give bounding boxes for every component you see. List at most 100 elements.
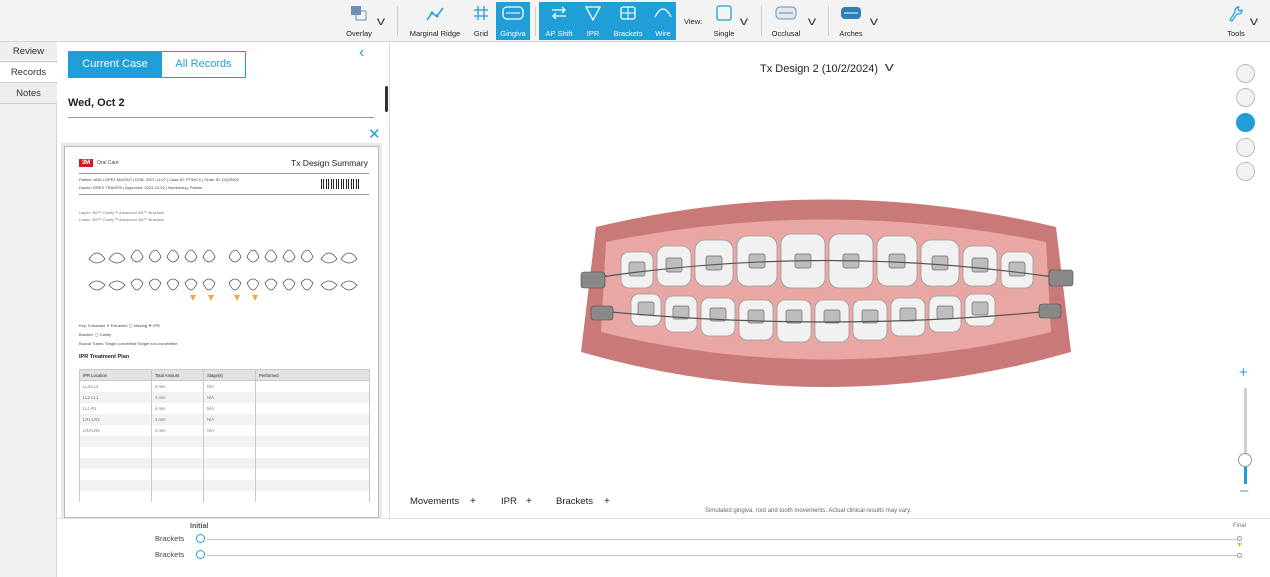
ipr-table-cell [79,435,152,447]
disclaimer: Simulated gingiva, root and tooth moveme… [705,508,912,514]
overlay-label: Overlay [346,29,372,38]
tools-label: Tools [1227,29,1245,38]
single-view-button[interactable]: Single [707,2,741,40]
panel-scrollbar-thumb[interactable] [385,86,388,112]
close-document-icon[interactable]: ✕ [368,125,381,143]
ipr-icon [585,6,601,21]
ipr-label: IPR [586,29,600,38]
ipr-table-cell: N/A [203,380,256,392]
grid-icon [474,6,488,20]
upper-appliance: Upper: 3M™ Clarity™ Advanced 3M™ Bracket… [79,210,165,215]
zoom-out-icon[interactable]: – [1240,482,1248,499]
view-bottom-icon[interactable] [1236,162,1255,181]
barcode [321,179,359,189]
gingiva-label: Gingiva [500,29,526,38]
ipr-table-cell: LR3-LR4 [79,424,152,436]
arches-chevron-down-icon[interactable]: v [870,14,878,28]
timeline-row-lower-label: Brackets [155,550,185,559]
movements-tab[interactable]: Movements [410,496,459,507]
tx-design-summary-document[interactable]: 3M Oral Care Tx Design Summary Patient: … [64,146,379,518]
overlay-chevron-down-icon[interactable]: v [377,14,385,28]
wrench-icon [1229,6,1243,22]
ipr-table-row [79,457,370,469]
wire-button[interactable]: Wire [650,2,676,40]
legend-buccal-tubes: Buccal Tubes: Single convertible Single … [79,341,178,346]
treatment-timeline[interactable]: Initial Final Brackets Brackets ▼ [57,518,1270,577]
brackets-tab[interactable]: Brackets [556,496,593,507]
ipr-col-performed: Performed [255,369,370,381]
timeline-start-marker-lower[interactable] [196,550,205,559]
grid-button[interactable]: Grid [469,2,493,40]
zoom-in-icon[interactable]: + [1239,364,1248,381]
ipr-button[interactable]: IPR [580,2,606,40]
gingiva-button[interactable]: Gingiva [496,2,530,40]
single-chevron-down-icon[interactable]: v [740,14,748,28]
view-top-icon[interactable] [1236,64,1255,83]
ipr-table-cell [203,490,256,502]
ipr-table-row: LL1-R1 4 mm N/A [79,402,370,414]
arches-button[interactable]: Arches [834,2,868,40]
arches-icon [841,7,861,19]
ipr-table-row [79,446,370,458]
document-title: Tx Design Summary [291,158,368,168]
ipr-table-cell: LL3-LL4 [79,380,152,392]
ipr-plan-title: IPR Treatment Plan [79,354,130,360]
dental-arch-model[interactable] [561,182,1091,397]
view-front-icon[interactable] [1236,113,1255,132]
ipr-col-amount: Total Amount [151,369,204,381]
view-label: View: [684,17,703,26]
ipr-table-row: LR1-LR2 4 mm N/A [79,413,370,425]
tab-records[interactable]: Records [0,63,57,83]
tools-chevron-down-icon[interactable]: v [1250,14,1258,28]
3d-viewer[interactable]: Tx Design 2 (10/2/2024) v Movements + IP… [391,42,1270,518]
grid-label: Grid [473,29,489,38]
overlay-button[interactable]: Overlay [337,2,381,40]
legend-bracket: Bracket: ▢ Clarity [79,332,112,337]
tab-review[interactable]: Review [0,42,57,62]
ipr-table-cell [79,490,152,502]
ipr-table-cell: N/A [203,413,256,425]
brand-sub: Oral Care [97,160,119,166]
single-label: Single [713,29,735,38]
movements-add-icon[interactable]: + [470,496,476,507]
marginal-ridge-icon [426,7,444,21]
view-lower-icon[interactable] [1236,138,1255,157]
ipr-table-cell [255,457,370,469]
ap-shift-icon [552,6,566,20]
ipr-add-icon[interactable]: + [526,496,532,507]
ipr-table-cell [255,402,370,414]
ipr-table-cell: N/A [203,424,256,436]
view-upper-icon[interactable] [1236,88,1255,107]
ipr-tab[interactable]: IPR [501,496,517,507]
timeline-end-marker-upper[interactable] [1237,536,1242,541]
ipr-col-stages: Stage(s) [203,369,256,381]
ipr-table-cell [151,446,204,458]
ipr-table-cell [151,479,204,491]
ipr-table-cell [151,490,204,502]
zoom-slider-handle[interactable] [1238,453,1252,467]
occlusal-chevron-down-icon[interactable]: v [808,14,816,28]
ipr-table-cell [203,468,256,480]
timeline-track-lower [207,555,1241,556]
collapse-panel-chevron-left-icon[interactable]: ‹ [359,44,364,62]
timeline-start-marker-upper[interactable] [196,534,205,543]
tab-notes[interactable]: Notes [0,84,57,104]
current-case-tab[interactable]: Current Case [68,51,162,78]
brackets-button[interactable]: Brackets [608,2,648,40]
occlusal-button[interactable]: Occlusal [767,2,805,40]
patient-line: Patient: ANA LOPEZ MAGSO | DOB: 2007-11-… [79,177,239,182]
top-toolbar: Overlay v Marginal Ridge Grid Gingiva AP… [0,0,1270,42]
design-chevron-down-icon[interactable]: v [885,59,894,74]
doctor-line: Doctor: DRES TRAVESI | Approved: 2024-10… [79,185,203,190]
all-records-tab[interactable]: All Records [161,51,246,78]
ap-shift-button[interactable]: AP Shift [540,2,578,40]
design-title[interactable]: Tx Design 2 (10/2/2024) [760,63,878,75]
ipr-table-row: LL2-LL1 4 mm N/A [79,391,370,403]
marginal-ridge-button[interactable]: Marginal Ridge [404,2,466,40]
brackets-add-icon[interactable]: + [604,496,610,507]
ipr-table-cell [203,435,256,447]
tools-button[interactable]: Tools [1222,2,1250,40]
timeline-end-marker-lower[interactable] [1237,553,1242,558]
timeline-initial-label: Initial [190,523,209,530]
tooth-chart [88,249,358,301]
